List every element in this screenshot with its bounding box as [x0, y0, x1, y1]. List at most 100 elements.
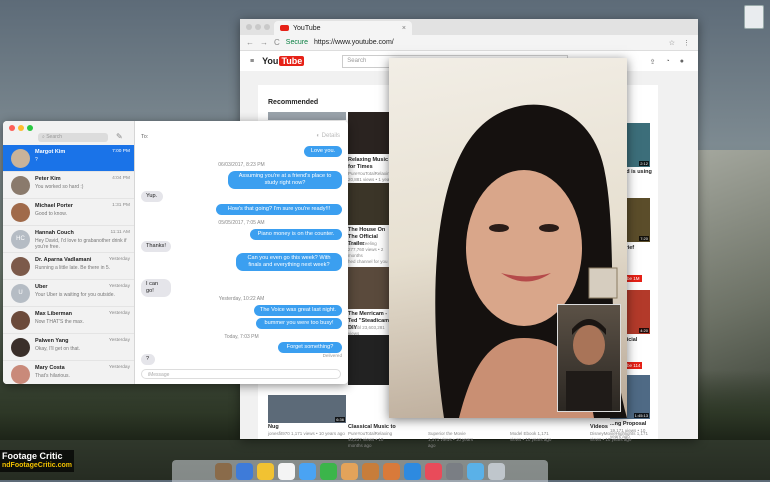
- video-duration: 1:45:13: [633, 413, 649, 418]
- conversation-item[interactable]: Peter Kim 4:04 PM You worked so hard :): [3, 172, 134, 199]
- imessage-input[interactable]: iMessage: [141, 369, 341, 379]
- outgoing-message: Forget something?: [278, 342, 342, 353]
- back-icon[interactable]: ←: [246, 38, 254, 47]
- forward-icon[interactable]: →: [260, 38, 268, 47]
- account-avatar-icon[interactable]: ●: [680, 58, 684, 66]
- video-title[interactable]: ...ng Proposal: [610, 421, 656, 428]
- conversation-item[interactable]: Mary Costa Yesterday That's hilarious.: [3, 361, 134, 384]
- video-thumbnail[interactable]: [348, 267, 390, 309]
- close-dot[interactable]: [246, 24, 252, 30]
- minimize-dot[interactable]: [18, 125, 24, 131]
- photos-icon[interactable]: [341, 462, 358, 480]
- video-thumbnail[interactable]: [348, 183, 390, 225]
- conversation-item[interactable]: U Uber Yesterday Your Uber is waiting fo…: [3, 280, 134, 307]
- video-meta: Superior the Movie 1,171 views • 10 year…: [428, 431, 474, 448]
- avatar: [11, 257, 30, 276]
- video-title[interactable]: Nug: [268, 424, 344, 431]
- channel-suggestion-note: hed channel for you: [348, 259, 388, 264]
- system-preferences-icon[interactable]: [446, 462, 463, 480]
- logo-you: You: [262, 56, 279, 66]
- details-button[interactable]: ◐ Details: [316, 133, 340, 139]
- hamburger-icon[interactable]: ≡: [250, 58, 254, 65]
- conversation-item[interactable]: Margot Kim 7:00 PM ?: [3, 145, 134, 172]
- zoom-dot[interactable]: [27, 125, 33, 131]
- avatar: [11, 176, 30, 195]
- conversation-time: Yesterday: [108, 338, 130, 343]
- ibooks-icon[interactable]: [383, 462, 400, 480]
- facetime-video-window[interactable]: [389, 58, 627, 418]
- address-bar: ← → C Secure https://www.youtube.com/ ☆ …: [240, 35, 698, 51]
- facetime-icon[interactable]: [320, 462, 337, 480]
- close-dot[interactable]: [9, 125, 15, 131]
- search-placeholder: Search: [46, 134, 63, 140]
- conversation-item[interactable]: Max Liberman Yesterday Now THAT'S the ma…: [3, 307, 134, 334]
- watermark-line2: ndFootageCritic.com: [2, 462, 73, 469]
- conversation-item[interactable]: Dr. Aparna Vadlamani Yesterday Running a…: [3, 253, 134, 280]
- subscribe-count: 1M: [633, 276, 640, 281]
- desktop-file-icon[interactable]: [744, 5, 764, 29]
- video-thumbnail[interactable]: [348, 335, 390, 385]
- notifications-bell-icon[interactable]: ◔: [666, 58, 670, 66]
- youtube-header-actions: ⇪ ◔ ●: [650, 58, 684, 66]
- calendar-icon[interactable]: [278, 462, 295, 480]
- youtube-logo[interactable]: You Tube: [262, 56, 305, 66]
- zoom-dot[interactable]: [264, 24, 270, 30]
- outgoing-message: bummer you were too busy!: [256, 318, 342, 329]
- self-view-figure: [566, 319, 612, 411]
- avatar: [11, 203, 30, 222]
- video-thumbnail[interactable]: 6:36: [268, 395, 346, 423]
- browser-menu-icon[interactable]: ⋮: [683, 39, 690, 47]
- video-thumbnail[interactable]: [268, 112, 346, 120]
- messages-search-input[interactable]: ⌕ Search: [38, 133, 108, 142]
- timestamp: 06/03/2017, 8:23 PM: [218, 162, 265, 168]
- recommended-heading: Recommended: [268, 99, 319, 106]
- delivered-status: Delivered: [322, 353, 342, 358]
- url-input[interactable]: https://www.youtube.com/: [314, 39, 394, 46]
- video-duration: 4:20: [639, 328, 649, 333]
- trash-icon[interactable]: [488, 462, 505, 480]
- conversation-item[interactable]: HC Hannah Couch 11:11 AM Hey David, I'd …: [3, 226, 134, 253]
- compose-icon[interactable]: ✎: [116, 132, 123, 141]
- avatar: [11, 149, 30, 168]
- conversation-item[interactable]: Palwen Yang Yesterday Okay, I'll get on …: [3, 334, 134, 361]
- downloads-folder-icon[interactable]: [467, 462, 484, 480]
- contact-name: Peter Kim: [35, 176, 61, 182]
- video-title[interactable]: Classical Music to: [348, 424, 398, 431]
- upload-icon[interactable]: ⇪: [650, 58, 656, 66]
- messages-icon[interactable]: [299, 462, 316, 480]
- conversation-time: 11:11 AM: [110, 230, 130, 235]
- conversation-time: Yesterday: [108, 284, 130, 289]
- messages-window: ⌕ Search ✎ Margot Kim 7:00 PM ? Peter Ki…: [3, 121, 348, 384]
- conversation-preview: Okay, I'll get on that.: [35, 346, 81, 352]
- tab-close-icon[interactable]: ×: [402, 25, 406, 32]
- to-label: To:: [141, 134, 149, 140]
- conversation-preview: You worked so hard :): [35, 184, 84, 190]
- contact-name: Dr. Aparna Vadlamani: [35, 257, 92, 263]
- chrome-icon[interactable]: [257, 462, 274, 480]
- bookmark-star-icon[interactable]: ☆: [669, 39, 675, 47]
- minimize-dot[interactable]: [255, 24, 261, 30]
- video-meta: 19,171 views • 10 years ago: [610, 428, 646, 439]
- video-title[interactable]: Relaxing Music for Times: [348, 157, 392, 171]
- itunes-icon[interactable]: [425, 462, 442, 480]
- details-label: Details: [321, 133, 340, 139]
- conversation-item[interactable]: Michael Porter 1:31 PM Good to know.: [3, 199, 134, 226]
- finder-icon[interactable]: [215, 462, 232, 480]
- avatar: [11, 311, 30, 330]
- reload-icon[interactable]: C: [274, 38, 280, 47]
- avatar: HC: [11, 230, 30, 249]
- facetime-self-view[interactable]: [557, 304, 621, 412]
- conversation-preview: Now THAT'S the max.: [35, 319, 84, 325]
- video-thumbnail[interactable]: [348, 112, 390, 154]
- notes-icon[interactable]: [362, 462, 379, 480]
- video-duration: 6:36: [335, 417, 345, 422]
- conversation-preview: Your Uber is waiting for you outside.: [35, 292, 115, 298]
- contact-name: Hannah Couch: [35, 230, 74, 236]
- tab-youtube[interactable]: YouTube ×: [274, 21, 412, 35]
- conversation-time: 1:31 PM: [112, 203, 130, 208]
- incoming-message: Yup.: [141, 191, 163, 202]
- left-eye-shape: [489, 224, 509, 232]
- safari-icon[interactable]: [236, 462, 253, 480]
- conversation-preview: Running a little late. Be there in 5.: [35, 265, 111, 271]
- app-store-icon[interactable]: [404, 462, 421, 480]
